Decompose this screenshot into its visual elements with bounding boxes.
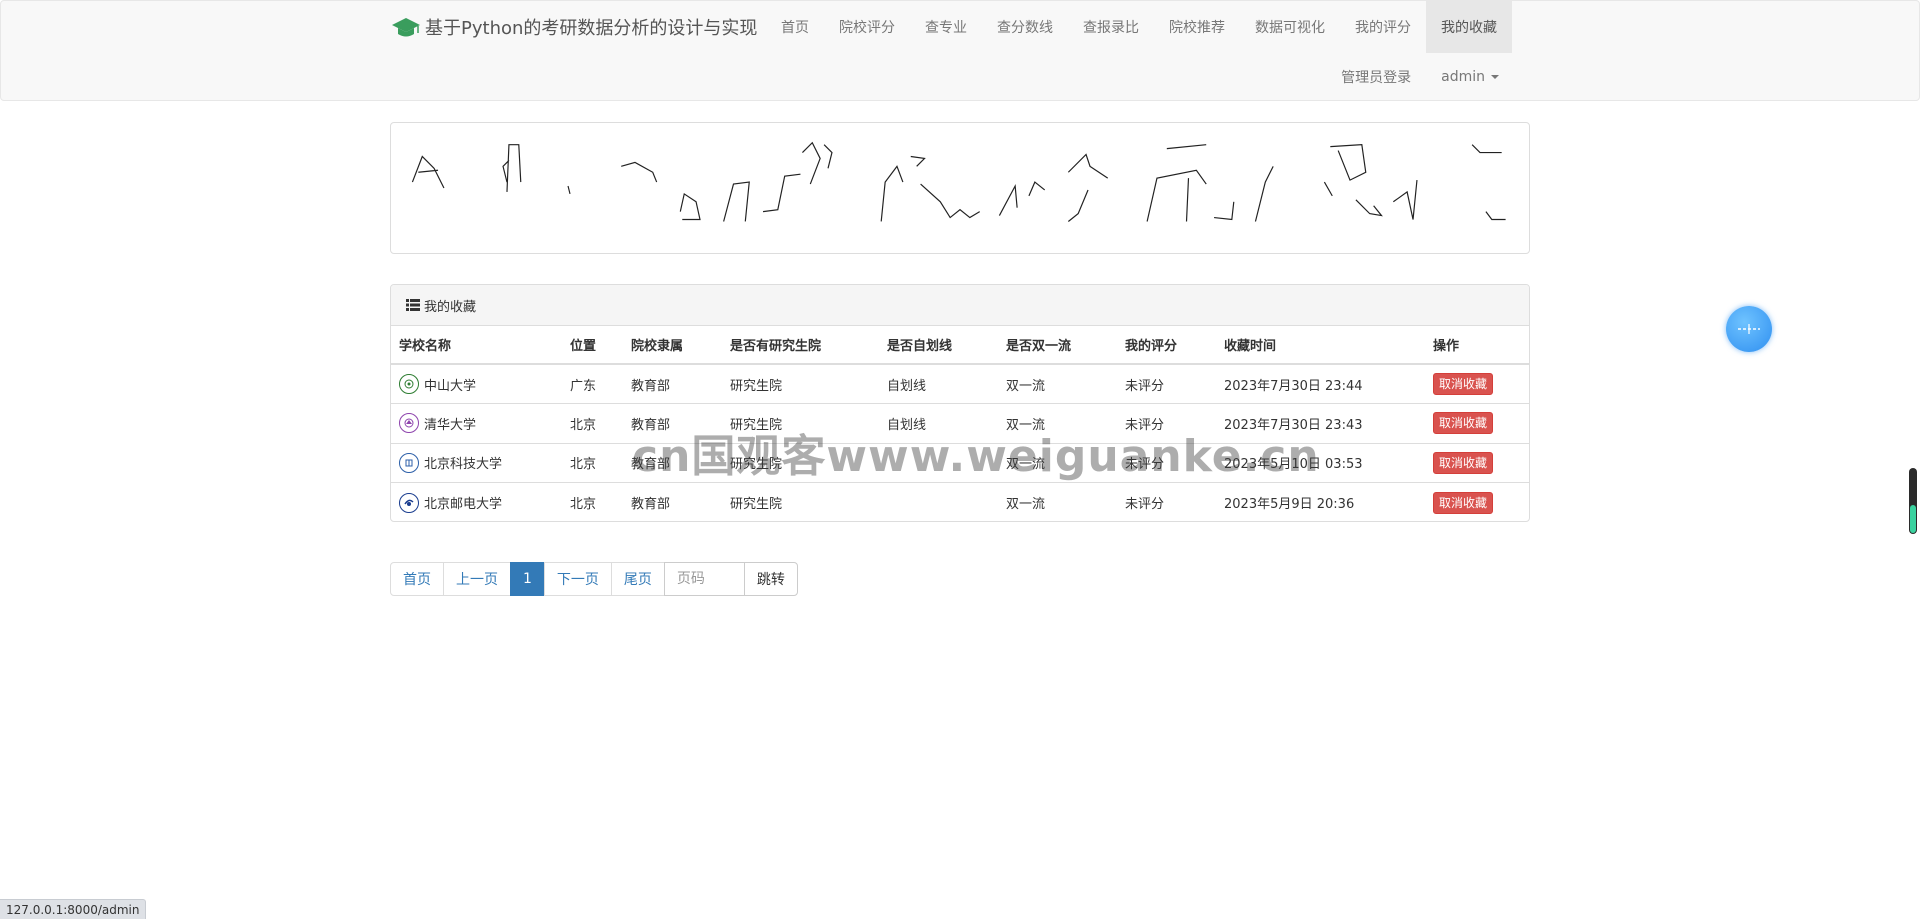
school-logo-icon [399,374,419,394]
affiliation: 教育部 [623,363,722,404]
school-name[interactable]: 清华大学 [424,414,476,433]
side-scroll-fill [1910,505,1916,533]
col-affiliation: 院校隶属 [623,326,722,365]
page-current[interactable]: 1 [510,562,545,596]
favorites-panel: 我的收藏 学校名称 位置 院校隶属 是否有研究生院 是否自划线 是否双一流 我的… [390,284,1530,522]
col-self-line: 是否自划线 [879,326,998,365]
nav-my-favorites[interactable]: 我的收藏 [1426,1,1512,53]
school-logo-icon [399,492,419,513]
self-line [879,482,998,521]
my-rating: 未评分 [1117,482,1216,521]
favorite-time: 2023年7月30日 23:44 [1216,363,1425,404]
table-row: 北京邮电大学 北京 教育部 研究生院 双一流 未评分 2023年5月9日 20:… [391,482,1529,521]
nav-school-rating[interactable]: 院校评分 [824,1,910,53]
nav-recommend[interactable]: 院校推荐 [1154,1,1240,53]
col-location: 位置 [562,326,623,365]
col-action: 操作 [1425,326,1529,365]
double-first: 双一流 [998,482,1117,521]
graduation-cap-icon [392,18,420,37]
floating-assistant-ball[interactable] [1726,306,1772,352]
col-school-name: 学校名称 [391,326,562,365]
stroke-banner [390,122,1530,254]
user-menu[interactable]: admin [1426,53,1514,101]
grad-school: 研究生院 [722,482,879,521]
nav-majors[interactable]: 查专业 [910,1,982,53]
brand[interactable]: 基于Python的考研数据分析的设计与实现 [391,1,757,53]
page-last-link[interactable]: 尾页 [610,562,665,596]
nav-my-ratings[interactable]: 我的评分 [1340,1,1426,53]
col-my-rating: 我的评分 [1117,326,1216,365]
side-scroll-widget[interactable] [1909,468,1917,534]
assistant-icon [1738,324,1760,334]
col-double-first: 是否双一流 [998,326,1117,365]
pagination: 首页 上一页 1 下一页 尾页 跳转 [390,562,798,596]
location: 北京 [562,442,623,483]
watermark: cn国观客www.weiguanke.cn [632,431,1320,482]
nav-home[interactable]: 首页 [766,1,824,53]
affiliation: 教育部 [623,482,722,521]
nav-admission-ratio[interactable]: 查报录比 [1068,1,1154,53]
grad-school: 研究生院 [722,363,879,404]
panel-title: 我的收藏 [424,299,477,315]
page-number-input[interactable] [663,562,745,596]
admin-login-link[interactable]: 管理员登录 [1326,53,1426,101]
location: 北京 [562,482,623,521]
status-url-bar: 127.0.0.1:8000/admin [0,899,147,919]
my-rating: 未评分 [1117,363,1216,404]
school-logo-icon [399,413,419,434]
jump-button[interactable]: 跳转 [743,562,798,596]
caret-down-icon [1491,75,1499,79]
school-name[interactable]: 中山大学 [424,375,476,394]
cancel-favorite-button[interactable]: 取消收藏 [1433,373,1494,395]
table-header-row: 学校名称 位置 院校隶属 是否有研究生院 是否自划线 是否双一流 我的评分 收藏… [391,326,1529,365]
school-logo-icon [399,452,419,473]
cancel-favorite-button[interactable]: 取消收藏 [1433,412,1494,435]
page-first-link[interactable]: 首页 [390,562,444,596]
school-name[interactable]: 北京科技大学 [424,453,502,472]
user-nav: 管理员登录 admin [1326,53,1514,101]
page-next-link[interactable]: 下一页 [543,562,612,596]
page-prev-link[interactable]: 上一页 [443,562,511,596]
user-name: admin [1441,69,1485,85]
nav-visualization[interactable]: 数据可视化 [1240,1,1340,53]
double-first: 双一流 [998,363,1117,404]
col-favorite-time: 收藏时间 [1216,326,1425,365]
col-grad-school: 是否有研究生院 [722,326,879,365]
list-icon [406,299,420,311]
school-name[interactable]: 北京邮电大学 [424,493,502,512]
brand-title: 基于Python的考研数据分析的设计与实现 [425,18,758,39]
nav-score-lines[interactable]: 查分数线 [982,1,1068,53]
cancel-favorite-button[interactable]: 取消收藏 [1433,451,1494,474]
location: 广东 [562,363,623,404]
panel-heading: 我的收藏 [391,285,1529,326]
main-nav: 首页 院校评分 查专业 查分数线 查报录比 院校推荐 数据可视化 我的评分 我的… [766,1,1512,53]
navbar: 基于Python的考研数据分析的设计与实现 首页 院校评分 查专业 查分数线 查… [0,0,1920,101]
table-row: 中山大学 广东 教育部 研究生院 自划线 双一流 未评分 2023年7月30日 … [391,363,1529,404]
self-line: 自划线 [879,363,998,404]
stroke-pattern [411,141,1506,222]
location: 北京 [562,403,623,443]
favorite-time: 2023年5月9日 20:36 [1216,482,1425,521]
cancel-favorite-button[interactable]: 取消收藏 [1433,491,1494,514]
